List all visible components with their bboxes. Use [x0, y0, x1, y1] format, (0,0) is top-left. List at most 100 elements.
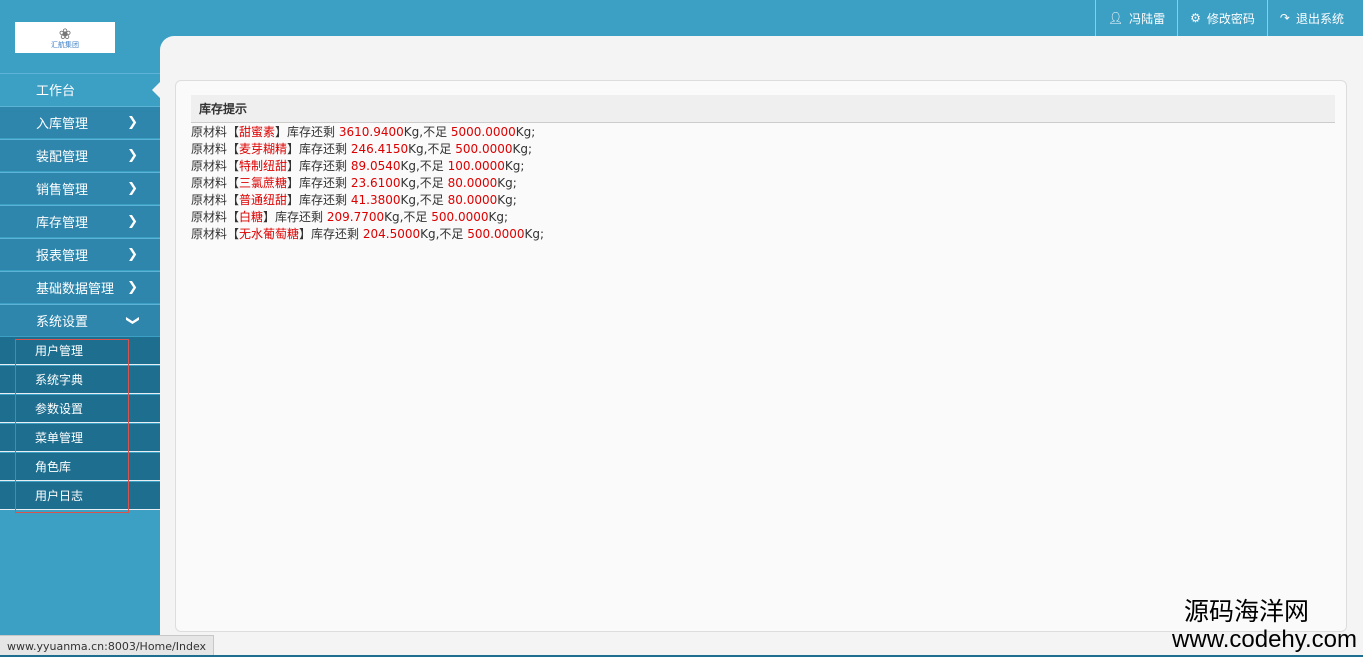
alert-text: 】库存还剩: [287, 176, 351, 190]
remaining-amount: 246.4150: [350, 142, 409, 156]
alert-text: 】库存还剩: [287, 142, 351, 156]
alert-text: Kg,不足: [400, 176, 448, 190]
alert-prefix: 原材料【: [191, 159, 240, 173]
chevron-right-icon: ❯: [127, 214, 138, 229]
threshold-amount: 80.0000: [447, 176, 498, 190]
sidebar-item-reports[interactable]: 报表管理 ❯: [0, 238, 160, 270]
chevron-right-icon: ❯: [127, 115, 138, 130]
sidebar-item-label: 入库管理: [36, 117, 89, 132]
remaining-amount: 41.3800: [350, 193, 401, 207]
alert-prefix: 原材料【: [191, 125, 240, 139]
alert-text: Kg,不足: [420, 227, 468, 241]
sidebar-item-inbound[interactable]: 入库管理 ❯: [0, 106, 160, 138]
alert-prefix: 原材料【: [191, 142, 240, 156]
sidebar-item-sales[interactable]: 销售管理 ❯: [0, 172, 160, 204]
submenu-item-menu-management[interactable]: 菜单管理: [0, 424, 160, 452]
remaining-amount: 204.5000: [362, 227, 421, 241]
alert-row: 原材料【甜蜜素】库存还剩 3610.9400Kg,不足 5000.0000Kg;: [191, 124, 544, 141]
logo-text: 汇航集团: [51, 40, 79, 49]
user-icon: 👤︎: [1107, 11, 1124, 25]
alert-row: 原材料【白糖】库存还剩 209.7700Kg,不足 500.0000Kg;: [191, 209, 544, 226]
material-name: 三氯蔗糖: [239, 176, 288, 190]
sidebar-item-label: 报表管理: [36, 249, 89, 264]
threshold-amount: 500.0000: [467, 227, 525, 241]
chevron-right-icon: ❯: [127, 280, 138, 295]
material-name: 无水葡萄糖: [239, 227, 300, 241]
submenu-item-user-log[interactable]: 用户日志: [0, 482, 160, 510]
alert-text: Kg,不足: [400, 193, 448, 207]
alert-unit: Kg;: [497, 176, 517, 190]
alert-unit: Kg;: [497, 193, 517, 207]
system-settings-submenu: 用户管理 系统字典 参数设置 菜单管理 角色库 用户日志: [0, 337, 160, 513]
alert-text: Kg,不足: [384, 210, 432, 224]
submenu-item-role-library[interactable]: 角色库: [0, 453, 160, 481]
sidebar-item-label: 基础数据管理: [36, 282, 115, 297]
sidebar-item-basic-data[interactable]: 基础数据管理 ❯: [0, 271, 160, 303]
alert-text: 】库存还剩: [287, 159, 351, 173]
chevron-right-icon: ❯: [127, 148, 138, 163]
remaining-amount: 23.6100: [350, 176, 401, 190]
watermark-line1: 源码海洋网: [1183, 598, 1309, 626]
alert-prefix: 原材料【: [191, 227, 240, 241]
alert-unit: Kg;: [504, 159, 525, 173]
sidebar-item-assembly[interactable]: 装配管理 ❯: [0, 139, 160, 171]
logout-label: 退出系统: [1295, 11, 1344, 26]
user-name: 冯陆雷: [1129, 11, 1166, 26]
top-bar: 👤︎ 冯陆雷 ⚙ 修改密码 ↷ 退出系统: [0, 0, 1363, 36]
alert-text: Kg,不足: [408, 142, 456, 156]
top-actions: 👤︎ 冯陆雷 ⚙ 修改密码 ↷ 退出系统: [1094, 0, 1356, 36]
submenu-item-label: 系统字典: [35, 373, 84, 387]
active-indicator: [152, 82, 160, 98]
submenu-item-label: 菜单管理: [35, 431, 84, 445]
alert-text: Kg,不足: [400, 159, 448, 173]
gear-icon: ⚙: [1190, 11, 1201, 25]
alert-text: Kg,不足: [403, 125, 451, 139]
threshold-amount: 100.0000: [447, 159, 505, 173]
chevron-down-icon: ❯: [125, 315, 141, 326]
user-menu-button[interactable]: 👤︎ 冯陆雷: [1094, 0, 1177, 36]
remaining-amount: 89.0540: [350, 159, 401, 173]
share-arrow-icon: ↷: [1279, 11, 1290, 25]
logo-mark-icon: ❀: [58, 24, 72, 43]
alert-unit: Kg;: [524, 227, 545, 241]
sidebar-item-system-settings[interactable]: 系统设置 ❯: [0, 304, 160, 336]
submenu-item-parameter-settings[interactable]: 参数设置: [0, 395, 160, 423]
change-password-label: 修改密码: [1206, 11, 1255, 26]
submenu-item-label: 用户管理: [35, 344, 84, 358]
material-name: 特制纽甜: [239, 159, 288, 173]
remaining-amount: 209.7700: [326, 210, 385, 224]
sidebar-item-label: 装配管理: [36, 150, 89, 165]
submenu-item-system-dictionary[interactable]: 系统字典: [0, 366, 160, 394]
threshold-amount: 5000.0000: [450, 125, 516, 139]
sidebar-item-label: 库存管理: [36, 216, 89, 231]
alert-unit: Kg;: [488, 210, 509, 224]
watermark: 源码海洋网 www.codehy.com: [1172, 598, 1357, 654]
material-name: 麦芽糊精: [239, 142, 288, 156]
material-name: 甜蜜素: [239, 125, 276, 139]
submenu-item-user-management[interactable]: 用户管理: [0, 337, 160, 365]
threshold-amount: 500.0000: [455, 142, 513, 156]
material-name: 白糖: [239, 210, 264, 224]
status-bar-url: www.yyuanma.cn:8003/Home/Index: [0, 635, 215, 657]
alert-unit: Kg;: [512, 142, 533, 156]
sidebar-item-label: 系统设置: [36, 315, 89, 330]
threshold-amount: 500.0000: [431, 210, 489, 224]
inventory-alert-panel: 库存提示 原材料【甜蜜素】库存还剩 3610.9400Kg,不足 5000.00…: [175, 80, 1347, 632]
change-password-button[interactable]: ⚙ 修改密码: [1177, 0, 1267, 36]
alert-prefix: 原材料【: [191, 176, 240, 190]
watermark-line2: www.codehy.com: [1172, 626, 1357, 653]
alert-row: 原材料【特制纽甜】库存还剩 89.0540Kg,不足 100.0000Kg;: [191, 158, 544, 175]
sidebar-item-workbench[interactable]: 工作台: [0, 73, 160, 105]
sidebar-item-inventory[interactable]: 库存管理 ❯: [0, 205, 160, 237]
chevron-right-icon: ❯: [127, 181, 138, 196]
logout-button[interactable]: ↷ 退出系统: [1266, 0, 1356, 36]
logo: ❀ 汇航集团: [15, 22, 115, 53]
alert-text: 】库存还剩: [275, 125, 339, 139]
alert-list: 原材料【甜蜜素】库存还剩 3610.9400Kg,不足 5000.0000Kg;…: [191, 124, 544, 243]
panel-title: 库存提示: [191, 95, 1335, 123]
alert-unit: Kg;: [515, 125, 536, 139]
alert-text: 】库存还剩: [263, 210, 327, 224]
main-content: 库存提示 原材料【甜蜜素】库存还剩 3610.9400Kg,不足 5000.00…: [160, 36, 1363, 657]
alert-prefix: 原材料【: [191, 193, 240, 207]
sidebar-item-label: 销售管理: [36, 183, 89, 198]
